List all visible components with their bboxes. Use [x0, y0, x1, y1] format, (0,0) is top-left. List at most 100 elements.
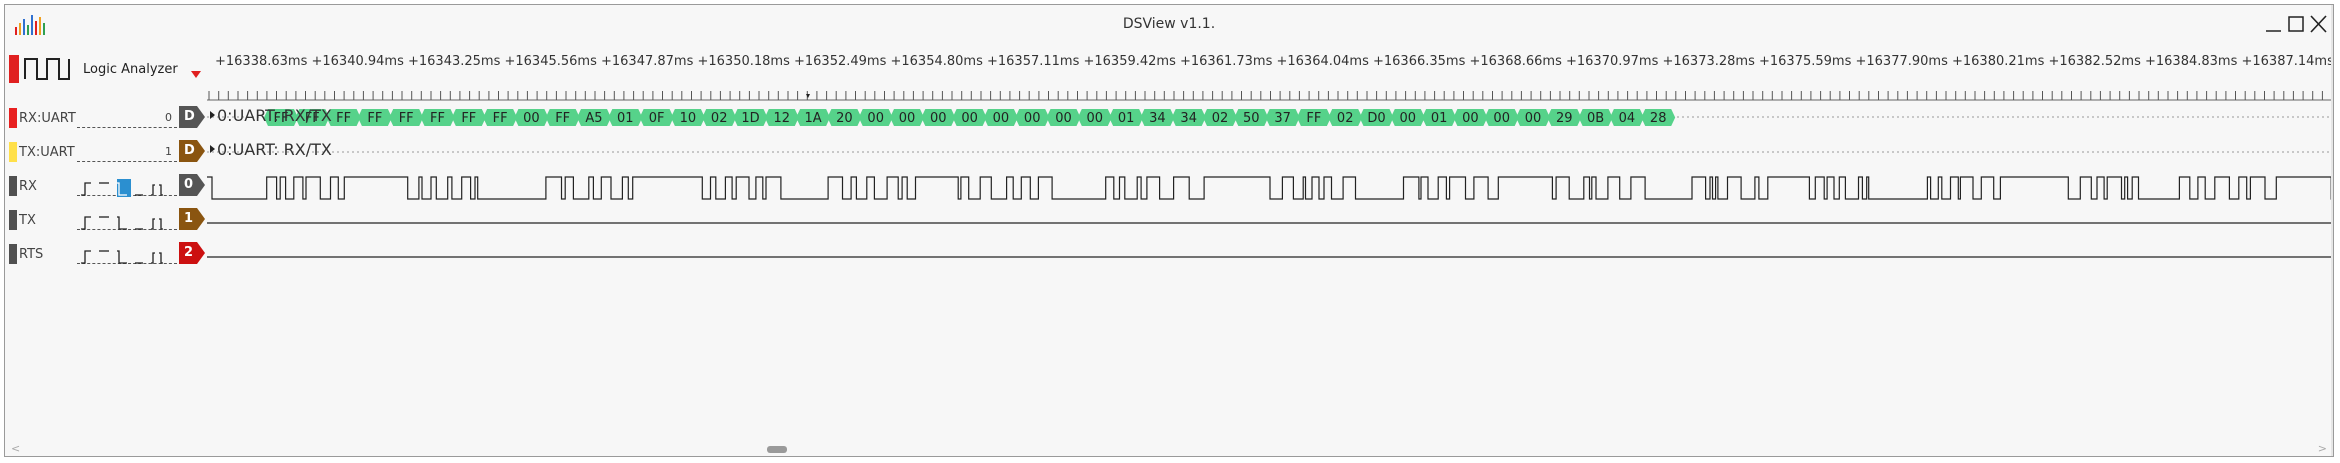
channel-row-rx-uart[interactable]: RX:UART 0 D [5, 105, 205, 133]
decoded-byte[interactable]: FF [420, 109, 455, 126]
channel-tag[interactable]: D [179, 140, 197, 162]
decoded-byte[interactable]: 29 [1547, 109, 1582, 126]
trigger-selector-icon[interactable] [79, 177, 175, 199]
decoded-byte[interactable]: 00 [1516, 109, 1550, 126]
decoded-byte[interactable]: 01 [1109, 109, 1144, 126]
decoded-byte-text: FF [461, 111, 476, 126]
channel-color-swatch[interactable] [9, 108, 17, 128]
decoded-byte[interactable]: 00 [1390, 109, 1425, 126]
decoded-byte[interactable]: 00 [1453, 109, 1488, 126]
decoded-byte[interactable]: 01 [608, 109, 643, 126]
scrollbar-thumb[interactable] [767, 446, 787, 453]
tx-decoder-label: 0:UART: RX/TX [217, 140, 332, 159]
scroll-left-icon[interactable]: < [11, 442, 20, 455]
channel-row-tx-uart[interactable]: TX:UART 1 D [5, 139, 205, 167]
decoded-byte[interactable]: 28 [1641, 109, 1676, 126]
decoded-byte-text: 01 [1118, 111, 1135, 126]
decoded-byte[interactable]: 50 [1234, 109, 1269, 126]
trigger-option-icon[interactable] [81, 216, 91, 230]
decoded-byte[interactable]: 00 [952, 109, 987, 126]
decoded-byte-text: 29 [1556, 111, 1573, 126]
channel-row-tx[interactable]: TX 1 [5, 207, 205, 235]
decoded-byte[interactable]: 00 [1077, 109, 1112, 126]
decoded-byte[interactable]: 00 [921, 109, 956, 126]
trigger-selector-icon[interactable] [79, 245, 175, 267]
trigger-option-icon[interactable] [151, 252, 163, 264]
decoded-byte[interactable]: 00 [1015, 109, 1050, 126]
waveform-area[interactable]: FF FF FF FF FF FF FF FF 00 FF A5 01 0F 10 02 1D 12 1A 20 00… [207, 5, 2334, 305]
decoded-byte[interactable]: 02 [702, 109, 737, 126]
decoded-byte[interactable]: 00 [1484, 109, 1519, 126]
decoded-byte[interactable]: 0B [1578, 109, 1613, 126]
decoded-byte[interactable]: 1D [733, 109, 768, 126]
decoded-byte[interactable]: 20 [827, 109, 862, 126]
channel-tag[interactable]: 1 [179, 208, 197, 230]
decoded-byte[interactable]: 0F [639, 109, 674, 126]
decoded-byte-text: 34 [1149, 111, 1166, 126]
decoded-byte[interactable]: FF [545, 109, 580, 126]
channel-color-swatch[interactable] [9, 210, 17, 230]
decoded-byte[interactable]: A5 [577, 109, 611, 126]
scroll-right-icon[interactable]: > [2318, 442, 2327, 455]
decoded-byte-text: 37 [1274, 111, 1291, 126]
trigger-option-icon[interactable] [81, 250, 91, 264]
rx-waveform[interactable] [207, 176, 2333, 200]
decoded-byte[interactable]: FF [357, 109, 392, 126]
decoded-byte-text: 00 [523, 111, 540, 126]
channel-color-swatch[interactable] [9, 244, 17, 264]
trigger-marker-icon[interactable] [191, 71, 201, 78]
decoded-byte[interactable]: FF [483, 109, 518, 126]
decoded-byte[interactable]: FF [389, 109, 424, 126]
decoded-byte[interactable]: 00 [890, 109, 924, 126]
decoded-byte[interactable]: FF [1296, 109, 1331, 126]
channel-tag[interactable]: D [179, 106, 197, 128]
decoded-byte-text: 00 [867, 111, 884, 126]
trigger-selector-icon[interactable] [79, 211, 175, 233]
decoded-byte[interactable]: 12 [764, 109, 799, 126]
decoded-byte[interactable]: 1A [796, 109, 831, 126]
resize-grip[interactable] [2331, 5, 2333, 456]
decoded-byte-text: 12 [774, 111, 791, 126]
channel-tag-arrow-icon [197, 242, 205, 264]
decoded-byte-text: D0 [1367, 111, 1385, 126]
decoded-byte[interactable]: 02 [1328, 109, 1363, 126]
decoded-byte[interactable]: 34 [1171, 109, 1206, 126]
decoded-byte[interactable]: 34 [1140, 109, 1175, 126]
decoder-expand-icon[interactable] [210, 111, 215, 119]
trigger-option-icon[interactable] [117, 216, 127, 230]
trigger-option-icon[interactable] [151, 218, 163, 230]
decoded-byte-text: 28 [1650, 111, 1667, 126]
logic-waveform-icon[interactable] [23, 55, 73, 83]
channel-row-rts[interactable]: RTS 2 [5, 241, 205, 269]
decoded-byte[interactable]: 00 [1046, 109, 1081, 126]
trigger-option-icon[interactable] [151, 184, 163, 196]
decoded-byte[interactable]: 00 [858, 109, 893, 126]
channel-color-swatch[interactable] [9, 142, 17, 162]
decoded-byte[interactable]: 01 [1422, 109, 1457, 126]
decoded-byte-text: 00 [1024, 111, 1041, 126]
decoded-byte[interactable]: 04 [1609, 109, 1644, 126]
device-badge[interactable] [9, 55, 19, 83]
channel-tag[interactable]: 0 [179, 174, 197, 196]
decoded-byte[interactable]: FF [451, 109, 486, 126]
horizontal-scrollbar[interactable]: < > [5, 442, 2333, 456]
waveform-canvas[interactable]: FF FF FF FF FF FF FF FF 00 FF A5 01 0F 10 02 1D 12 1A 20 00… [207, 5, 2334, 305]
channel-color-swatch[interactable] [9, 176, 17, 196]
decoded-byte-text: 34 [1180, 111, 1197, 126]
trigger-option-icon[interactable] [117, 250, 127, 264]
decoded-byte-text: 04 [1619, 111, 1636, 126]
decoded-byte[interactable]: D0 [1359, 109, 1394, 126]
trigger-option-icon[interactable] [81, 182, 91, 196]
decoded-byte[interactable]: 10 [670, 109, 705, 126]
decoded-byte[interactable]: 00 [514, 109, 549, 126]
channel-row-rx[interactable]: RX 0 [5, 173, 205, 201]
decoder-expand-icon[interactable] [210, 145, 215, 153]
device-label[interactable]: Logic Analyzer [83, 62, 178, 77]
channel-tag[interactable]: 2 [179, 242, 197, 264]
decoded-byte[interactable]: 02 [1203, 109, 1237, 126]
decoded-byte-text: 00 [899, 111, 916, 126]
decoded-byte[interactable]: 37 [1265, 109, 1300, 126]
decoded-byte-text: FF [1306, 111, 1321, 126]
decoded-byte-text: 00 [1462, 111, 1479, 126]
decoded-byte[interactable]: 00 [983, 109, 1018, 126]
